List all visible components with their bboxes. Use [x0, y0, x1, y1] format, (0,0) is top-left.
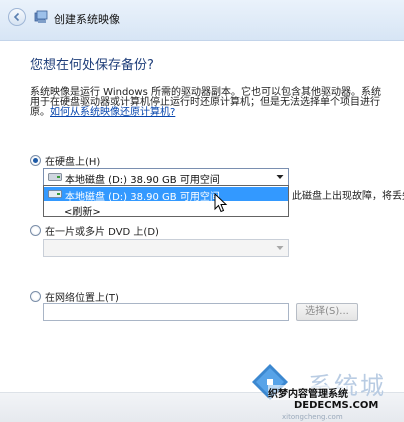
drive-icon [48, 173, 62, 181]
description: 系统映像是运行 Windows 所需的驱动器副本。它也可以包含其他驱动器。系统 … [30, 88, 404, 118]
dvd-combobox[interactable] [43, 239, 289, 257]
chevron-down-icon[interactable] [276, 173, 284, 181]
hard-disk-selected-value: 本地磁盘 (D:) 38.90 GB 可用空间 [65, 175, 220, 186]
dvd-label: 在一片或多片 DVD 上(D) [45, 226, 159, 238]
description-line-3: 原。如何从系统映像还原计算机? [30, 108, 404, 118]
dvd-option[interactable]: 在一片或多片 DVD 上(D) [30, 223, 159, 238]
network-radio[interactable] [30, 290, 41, 302]
watermark-subtitle-3: xitongcheng.com [282, 413, 343, 421]
drive-icon [48, 190, 62, 198]
watermark-subtitle-1: 织梦内容管理系统 [268, 385, 348, 400]
hard-disk-warning-text: 此磁盘上出现故障，将丢失 [292, 191, 404, 202]
dropdown-item-local-disk[interactable]: 本地磁盘 (D:) 38.90 GB 可用空间 [44, 187, 288, 203]
page-heading: 您想在何处保存备份? [30, 58, 154, 73]
network-option[interactable]: 在网络位置上(T) [30, 289, 119, 304]
network-location-input[interactable] [43, 303, 289, 321]
hard-disk-combobox[interactable]: 本地磁盘 (D:) 38.90 GB 可用空间 [43, 168, 289, 186]
select-network-button[interactable]: 选择(S)... [296, 303, 358, 321]
dropdown-item-refresh[interactable]: <刷新> [44, 202, 288, 218]
hard-disk-option[interactable]: 在硬盘上(H) [30, 153, 101, 168]
hard-disk-dropdown-list: 本地磁盘 (D:) 38.90 GB 可用空间 <刷新> [43, 185, 289, 218]
mouse-pointer-icon [214, 193, 228, 213]
window-title: 创建系统映像 [54, 13, 120, 26]
dvd-radio[interactable] [30, 224, 41, 236]
back-button[interactable] [8, 8, 26, 26]
description-line-3-prefix: 原。 [30, 107, 50, 118]
dropdown-item-local-disk-label: 本地磁盘 (D:) 38.90 GB 可用空间 [65, 192, 220, 203]
watermark-subtitle-2: DEDECMS.COM [294, 400, 379, 411]
title-bar: 创建系统映像 [0, 0, 404, 41]
network-label: 在网络位置上(T) [45, 292, 119, 304]
backup-app-icon [34, 10, 48, 23]
chevron-down-icon [276, 246, 284, 250]
back-arrow-icon [13, 12, 20, 22]
hard-disk-radio[interactable] [30, 154, 41, 166]
restore-help-link[interactable]: 如何从系统映像还原计算机? [50, 107, 175, 118]
hard-disk-label: 在硬盘上(H) [45, 156, 101, 168]
dropdown-item-refresh-label: <刷新> [64, 207, 101, 218]
